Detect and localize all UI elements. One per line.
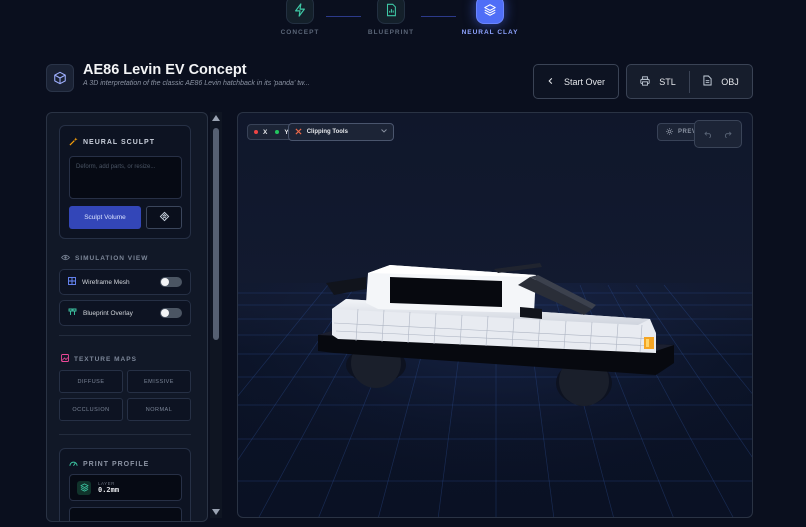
print-profile-heading: PRINT PROFILE	[69, 460, 149, 469]
x-axis-dot	[254, 130, 258, 134]
scissors-icon	[295, 127, 302, 137]
blueprint-overlay-toggle[interactable]	[160, 308, 182, 318]
page-subtitle: A 3D interpretation of the classic AE86 …	[83, 80, 310, 87]
layer-value: 0.2mm	[98, 486, 120, 494]
blueprint-icon	[68, 308, 77, 318]
export-group: STL OBJ	[626, 64, 753, 99]
step-neural-clay[interactable]: NEURAL CLAY	[445, 0, 535, 36]
axis-x-label: X	[263, 128, 268, 136]
scrollbar-thumb[interactable]	[213, 128, 219, 340]
bolt-icon	[286, 0, 314, 24]
step-blueprint[interactable]: BLUEPRINT	[346, 0, 436, 36]
file-chart-icon	[377, 0, 405, 24]
start-over-button[interactable]: Start Over	[533, 64, 619, 99]
export-stl-button[interactable]: STL	[627, 65, 689, 98]
divider	[59, 434, 191, 435]
y-axis-dot	[275, 130, 280, 134]
undo-icon[interactable]	[704, 125, 713, 143]
export-stl-label: STL	[659, 76, 676, 87]
redo-icon[interactable]	[723, 125, 732, 143]
blueprint-overlay-label: Blueprint Overlay	[83, 309, 133, 317]
divider	[59, 335, 191, 336]
step-concept[interactable]: CONCEPT	[255, 0, 345, 36]
wireframe-mesh-label: Wireframe Mesh	[82, 278, 130, 286]
eye-icon	[61, 254, 70, 263]
file-icon	[703, 75, 712, 88]
car-3d-scene[interactable]	[238, 113, 753, 518]
texture-occlusion-button[interactable]: OCCLUSION	[59, 398, 123, 421]
history-controls	[694, 120, 742, 148]
wand-icon	[69, 137, 78, 148]
page-title: AE86 Levin EV Concept	[83, 62, 247, 78]
fingerprint-icon	[159, 209, 170, 227]
printer-icon	[640, 75, 650, 88]
clipping-tools-dropdown[interactable]: Clipping Tools	[287, 123, 394, 141]
sculpt-prompt-input[interactable]: Deform, add parts, or resize...	[69, 156, 182, 199]
clipping-tools-label: Clipping Tools	[306, 129, 348, 135]
cube-icon	[46, 64, 74, 92]
texture-diffuse-button[interactable]: DIFFUSE	[59, 370, 123, 393]
export-obj-button[interactable]: OBJ	[690, 65, 752, 98]
auto-sculpt-button[interactable]	[146, 206, 182, 229]
model-viewport[interactable]: X Y Clipping Tools PREVI	[237, 112, 753, 518]
scroll-up-icon[interactable]	[212, 115, 220, 121]
layer-height-field[interactable]: LAYER 0.2mm	[69, 474, 182, 501]
neural-sculpt-panel: NEURAL SCULPT Deform, add parts, or resi…	[59, 125, 191, 239]
wireframe-mesh-toggle[interactable]	[160, 277, 182, 287]
viewport-toolbar: X Y Clipping Tools	[247, 123, 394, 141]
texture-normal-button[interactable]: NORMAL	[127, 398, 191, 421]
start-over-label: Start Over	[563, 76, 605, 87]
layers-icon	[77, 480, 91, 495]
texture-emissive-button[interactable]: EMISSIVE	[127, 370, 191, 393]
step-label: NEURAL CLAY	[461, 29, 519, 36]
sidebar: NEURAL SCULPT Deform, add parts, or resi…	[46, 112, 208, 522]
scroll-down-icon[interactable]	[212, 509, 220, 515]
sun-icon	[666, 127, 673, 137]
gauge-icon	[69, 460, 78, 469]
print-profile-panel: PRINT PROFILE LAYER 0.2mm	[59, 448, 191, 521]
texture-maps-heading: TEXTURE MAPS	[61, 354, 137, 364]
infill-field[interactable]	[69, 507, 182, 521]
sculpt-prompt-placeholder: Deform, add parts, or resize...	[76, 164, 156, 170]
sidebar-scrollbar[interactable]	[210, 112, 222, 518]
grid-icon	[68, 277, 76, 287]
chevron-down-icon	[380, 129, 387, 135]
export-obj-label: OBJ	[721, 76, 739, 87]
step-label: CONCEPT	[280, 29, 320, 36]
sculpt-volume-button[interactable]: Sculpt Volume	[69, 206, 141, 229]
chevron-left-icon	[547, 77, 554, 87]
neural-sculpt-heading: NEURAL SCULPT	[69, 137, 155, 148]
simulation-view-heading: SIMULATION VIEW	[61, 254, 148, 263]
workflow-stepper: CONCEPT BLUEPRINT NEURAL CLAY	[0, 0, 806, 40]
layers-icon	[476, 0, 504, 24]
wireframe-mesh-row[interactable]: Wireframe Mesh	[59, 269, 191, 295]
step-label: BLUEPRINT	[367, 29, 415, 36]
blueprint-overlay-row[interactable]: Blueprint Overlay	[59, 300, 191, 326]
image-icon	[61, 354, 69, 364]
